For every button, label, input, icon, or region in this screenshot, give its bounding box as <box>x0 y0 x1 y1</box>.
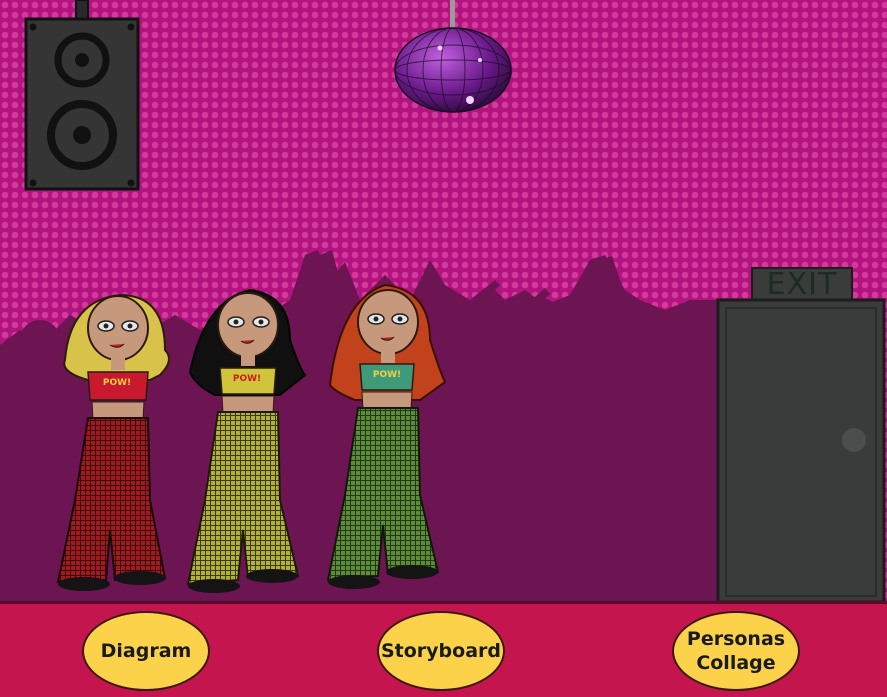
diagram-button-label: Diagram <box>100 640 192 662</box>
storyboard-button[interactable]: Storyboard <box>377 611 505 691</box>
storyboard-button-label: Storyboard <box>380 640 502 662</box>
disco-scene: POW! POW! POW! EXIT Diagram Storyboard P… <box>0 0 887 697</box>
exit-sign: EXIT <box>766 267 838 302</box>
scene-canvas: POW! POW! POW! <box>0 0 887 610</box>
diagram-button[interactable]: Diagram <box>82 611 210 691</box>
personas-collage-button-label: Personas Collage <box>686 628 786 674</box>
exit-door <box>716 267 886 604</box>
badge-text-1: POW! <box>103 378 131 388</box>
bottom-nav-bar: Diagram Storyboard Personas Collage <box>0 601 887 697</box>
badge-text-3: POW! <box>373 370 401 380</box>
badge-text-2: POW! <box>233 374 261 384</box>
speaker <box>24 0 140 191</box>
personas-collage-button[interactable]: Personas Collage <box>672 611 800 691</box>
